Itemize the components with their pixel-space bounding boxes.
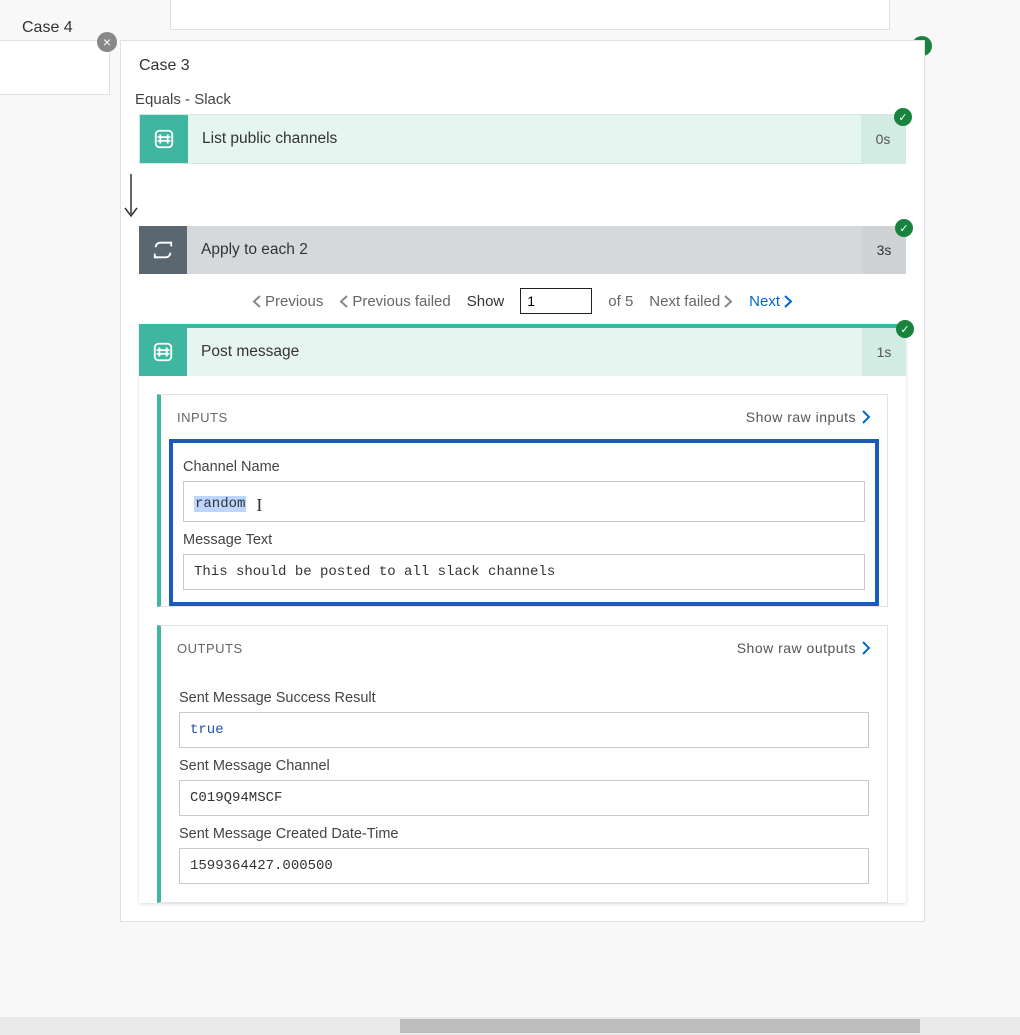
check-icon: ✓ [896,320,914,338]
close-icon[interactable]: × [97,32,117,52]
horizontal-scrollbar[interactable] [0,1017,1020,1035]
previous-failed-link[interactable]: Previous failed [339,293,450,310]
channel-name-text: random [194,496,246,512]
loop-apply-to-each[interactable]: Apply to each 2 3s ✓ [139,226,906,274]
message-text-value[interactable]: This should be posted to all slack chann… [183,554,865,590]
message-text-label: Message Text [183,532,865,548]
show-raw-outputs[interactable]: Show raw outputs [737,640,871,656]
case-title: Case 3 [121,53,924,87]
channel-label: Sent Message Channel [179,758,869,774]
check-icon: ✓ [895,219,913,237]
case4-title: Case 4 [22,19,73,37]
outputs-heading: OUTPUTS [177,641,243,656]
created-label: Sent Message Created Date-Time [179,826,869,842]
text-cursor-icon: I [256,495,262,516]
show-label: Show [467,293,505,310]
channel-name-label: Channel Name [183,459,865,475]
next-link[interactable]: Next [749,293,793,310]
inputs-section: INPUTS Show raw inputs Channel Name rand… [157,394,888,607]
slack-icon [139,328,187,376]
show-raw-outputs-label: Show raw outputs [737,640,856,656]
ghost-card-top [170,0,890,30]
channel-name-value[interactable]: random I [183,481,865,522]
previous-label: Previous [265,293,323,310]
case-card-left[interactable] [0,40,110,95]
next-label: Next [749,293,780,310]
next-failed-label: Next failed [649,293,720,310]
show-raw-inputs-label: Show raw inputs [746,409,856,425]
run-post-message[interactable]: ✓ Post message 1s INPUTS Show raw inputs [139,324,906,903]
loop-icon [139,226,187,274]
success-label: Sent Message Success Result [179,690,869,706]
case-condition: Equals - Slack [121,87,924,114]
outputs-section: OUTPUTS Show raw outputs Sent Message Su… [157,625,888,903]
inputs-heading: INPUTS [177,410,228,425]
run-title: Post message [187,328,862,376]
created-value[interactable]: 1599364427.000500 [179,848,869,884]
check-icon: ✓ [894,108,912,126]
case-panel: Case 3 Equals - Slack List public channe… [120,40,925,922]
scrollbar-thumb[interactable] [400,1019,920,1033]
inputs-highlight: Channel Name random I Message Text This s… [169,439,879,606]
show-raw-inputs[interactable]: Show raw inputs [746,409,871,425]
iteration-input[interactable] [520,288,592,314]
loop-title: Apply to each 2 [187,226,862,274]
success-value[interactable]: true [179,712,869,748]
action-title: List public channels [188,115,861,163]
arrow-down-icon [121,164,924,226]
of-total: of 5 [608,293,633,310]
previous-link[interactable]: Previous [252,293,323,310]
next-failed-link[interactable]: Next failed [649,293,733,310]
iteration-pager: Previous Previous failed Show of 5 Next … [139,288,906,314]
action-list-public-channels[interactable]: List public channels 0s ✓ [139,114,906,164]
slack-icon [140,115,188,163]
previous-failed-label: Previous failed [352,293,450,310]
channel-value[interactable]: C019Q94MSCF [179,780,869,816]
